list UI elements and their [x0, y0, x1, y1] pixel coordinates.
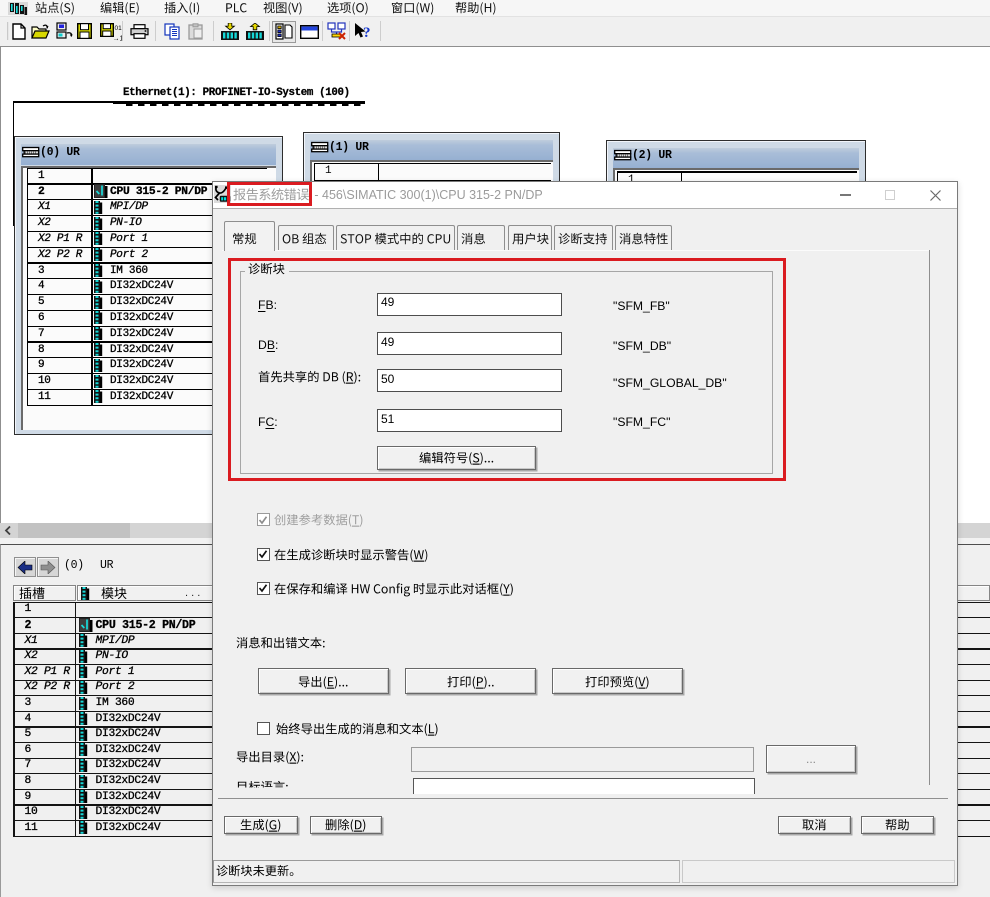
- svg-text:→10: →10: [113, 36, 123, 43]
- svg-text:?: ?: [363, 25, 371, 41]
- svg-text:01: 01: [115, 25, 123, 32]
